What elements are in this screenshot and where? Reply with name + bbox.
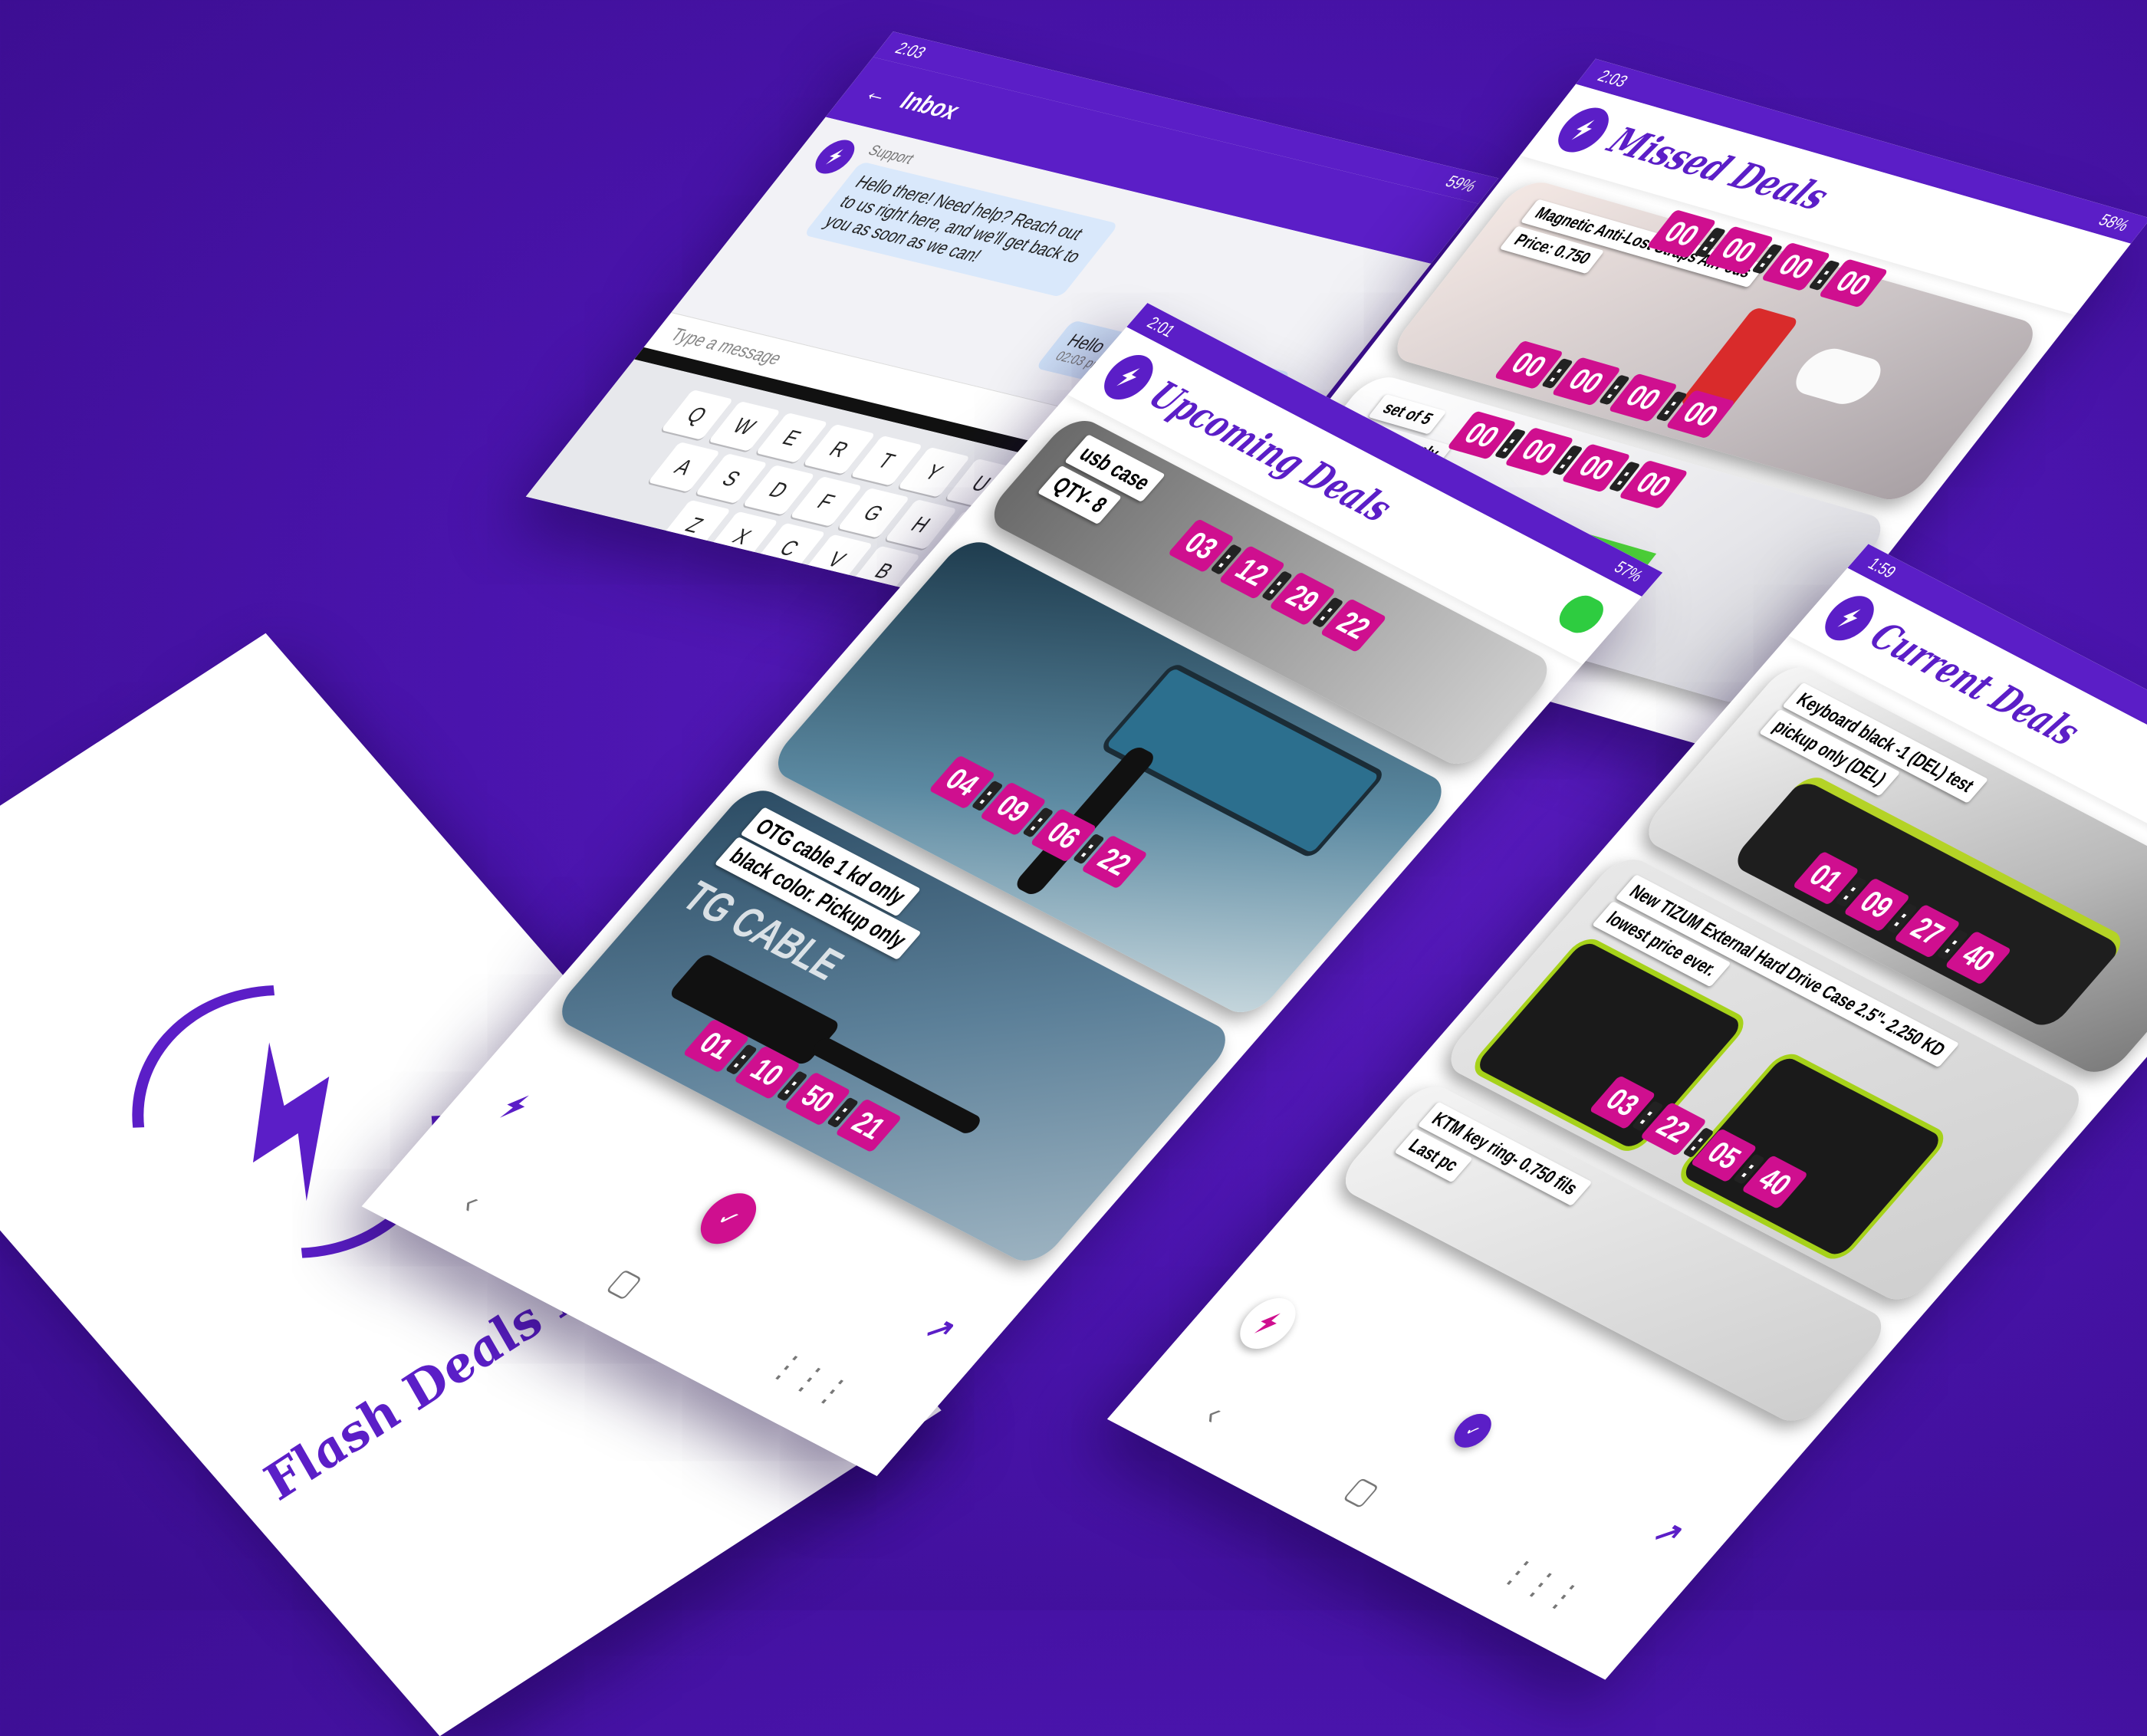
chat-icon[interactable]	[1551, 590, 1611, 639]
comma-key[interactable]: ,	[661, 555, 734, 607]
trending-icon[interactable]: ↗	[916, 1308, 964, 1350]
recents-nav-icon[interactable]: ⋮⋮⋮	[1492, 1550, 1589, 1619]
status-time: 1:59	[1864, 554, 1900, 582]
bolt-icon	[1254, 1313, 1281, 1333]
status-time: 2:03	[1593, 67, 1632, 91]
upcoming-fab-button[interactable]: ✓	[689, 1185, 768, 1252]
mode-key[interactable]: ?123	[595, 540, 687, 595]
back-arrow-icon[interactable]: ←	[858, 79, 897, 109]
inbox-title: Inbox	[893, 87, 966, 125]
home-nav-icon[interactable]: ▢	[600, 1261, 650, 1304]
status-time: 2:01	[1143, 313, 1179, 341]
bolt-icon	[825, 149, 843, 165]
battery-level: 58%	[2094, 211, 2134, 235]
battery-level: 59%	[1441, 172, 1481, 196]
trending-icon[interactable]: ↗	[1645, 1512, 1692, 1554]
bolt-icon	[1837, 609, 1861, 627]
current-tab-button[interactable]	[1228, 1290, 1307, 1357]
status-time: 2:03	[891, 39, 930, 62]
battery-level: 57%	[1609, 557, 1647, 586]
bolt-icon[interactable]	[492, 1087, 539, 1126]
recents-nav-icon[interactable]: ⋮⋮⋮	[761, 1345, 858, 1413]
upcoming-tab-button[interactable]: ✓	[1446, 1409, 1499, 1453]
back-nav-icon[interactable]: ‹	[1197, 1396, 1232, 1432]
bolt-icon	[1116, 368, 1140, 386]
home-nav-icon[interactable]: ▢	[1337, 1469, 1387, 1513]
support-message: Hello there! Need help? Reach out to us …	[803, 161, 1120, 298]
back-nav-icon[interactable]: ‹	[454, 1185, 489, 1221]
bolt-icon	[1571, 120, 1595, 140]
